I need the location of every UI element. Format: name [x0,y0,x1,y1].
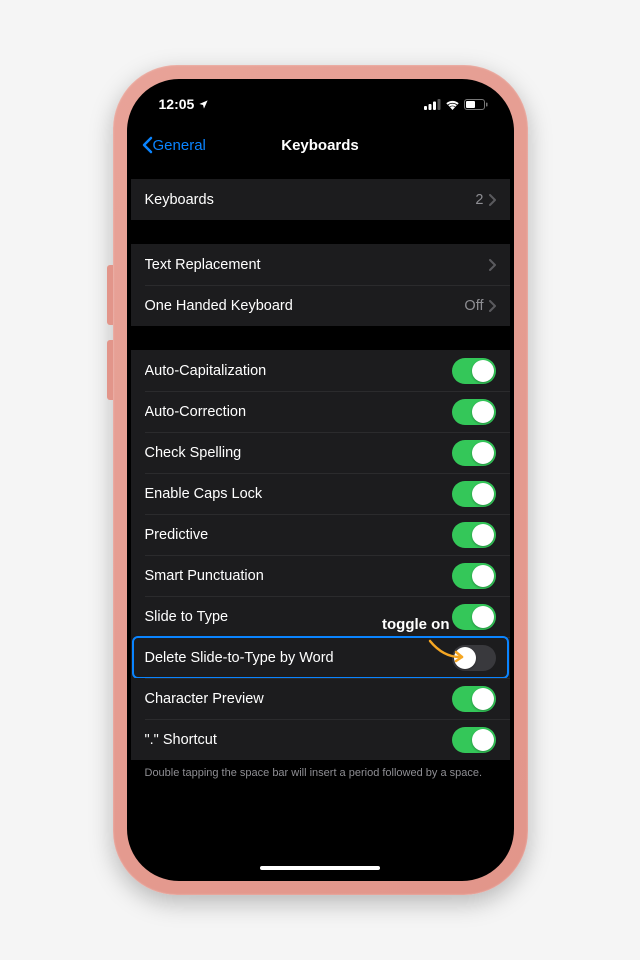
row-check-spelling: Check Spelling [131,432,510,473]
device-bezel: 12:05 General Keyboards [127,79,514,881]
toggle-character-preview[interactable] [452,686,496,712]
chevron-left-icon [141,136,153,154]
toggle-auto-correction[interactable] [452,399,496,425]
row-text-replacement[interactable]: Text Replacement [131,244,510,285]
toggle-dot-shortcut[interactable] [452,727,496,753]
footer-note: Double tapping the space bar will insert… [131,760,510,780]
row-label: Keyboards [145,192,476,208]
toggle-check-spelling[interactable] [452,440,496,466]
chevron-right-icon [488,300,496,312]
toggle-slide-to-type[interactable] [452,604,496,630]
row-label: Delete Slide-to-Type by Word [145,650,452,666]
row-dot-shortcut: "." Shortcut [131,719,510,760]
row-label: Predictive [145,527,452,543]
row-label: Auto-Capitalization [145,363,452,379]
page-title: Keyboards [281,137,359,154]
cellular-icon [424,99,441,110]
toggle-predictive[interactable] [452,522,496,548]
row-value: 2 [475,192,483,208]
toggle-smart-punctuation[interactable] [452,563,496,589]
location-icon [198,99,209,110]
chevron-right-icon [488,259,496,271]
status-indicators [424,99,488,110]
group-options: Text Replacement One Handed Keyboard Off [131,244,510,326]
back-label: General [153,137,206,154]
group-toggles: Auto-Capitalization Auto-Correction Chec… [131,350,510,760]
row-keyboards[interactable]: Keyboards 2 [131,179,510,220]
status-time: 12:05 [159,96,210,112]
row-label: Enable Caps Lock [145,486,452,502]
device-frame: 12:05 General Keyboards [113,65,528,895]
row-slide-to-type: Slide to Type [131,596,510,637]
row-predictive: Predictive [131,514,510,555]
row-label: One Handed Keyboard [145,298,465,314]
toggle-enable-caps-lock[interactable] [452,481,496,507]
annotation-arrow-icon [426,638,470,664]
group-keyboards: Keyboards 2 [131,179,510,220]
chevron-right-icon [488,194,496,206]
row-label: Check Spelling [145,445,452,461]
row-character-preview: Character Preview [131,678,510,719]
row-label: Character Preview [145,691,452,707]
row-enable-caps-lock: Enable Caps Lock [131,473,510,514]
row-smart-punctuation: Smart Punctuation [131,555,510,596]
screen: 12:05 General Keyboards [131,83,510,877]
row-label: Text Replacement [145,257,488,273]
row-label: Auto-Correction [145,404,452,420]
row-label: "." Shortcut [145,732,452,748]
row-label: Smart Punctuation [145,568,452,584]
battery-icon [464,99,488,110]
wifi-icon [445,99,460,110]
toggle-auto-capitalization[interactable] [452,358,496,384]
row-value: Off [464,298,483,314]
row-label: Slide to Type [145,609,452,625]
row-auto-correction: Auto-Correction [131,391,510,432]
back-button[interactable]: General [141,136,206,154]
clock-text: 12:05 [159,96,195,112]
home-indicator[interactable] [260,866,380,870]
navigation-bar: General Keyboards [131,125,510,165]
row-one-handed-keyboard[interactable]: One Handed Keyboard Off [131,285,510,326]
content-scroll[interactable]: Keyboards 2 Text Replacement One Handed … [131,165,510,877]
row-auto-capitalization: Auto-Capitalization [131,350,510,391]
notch [230,83,410,109]
